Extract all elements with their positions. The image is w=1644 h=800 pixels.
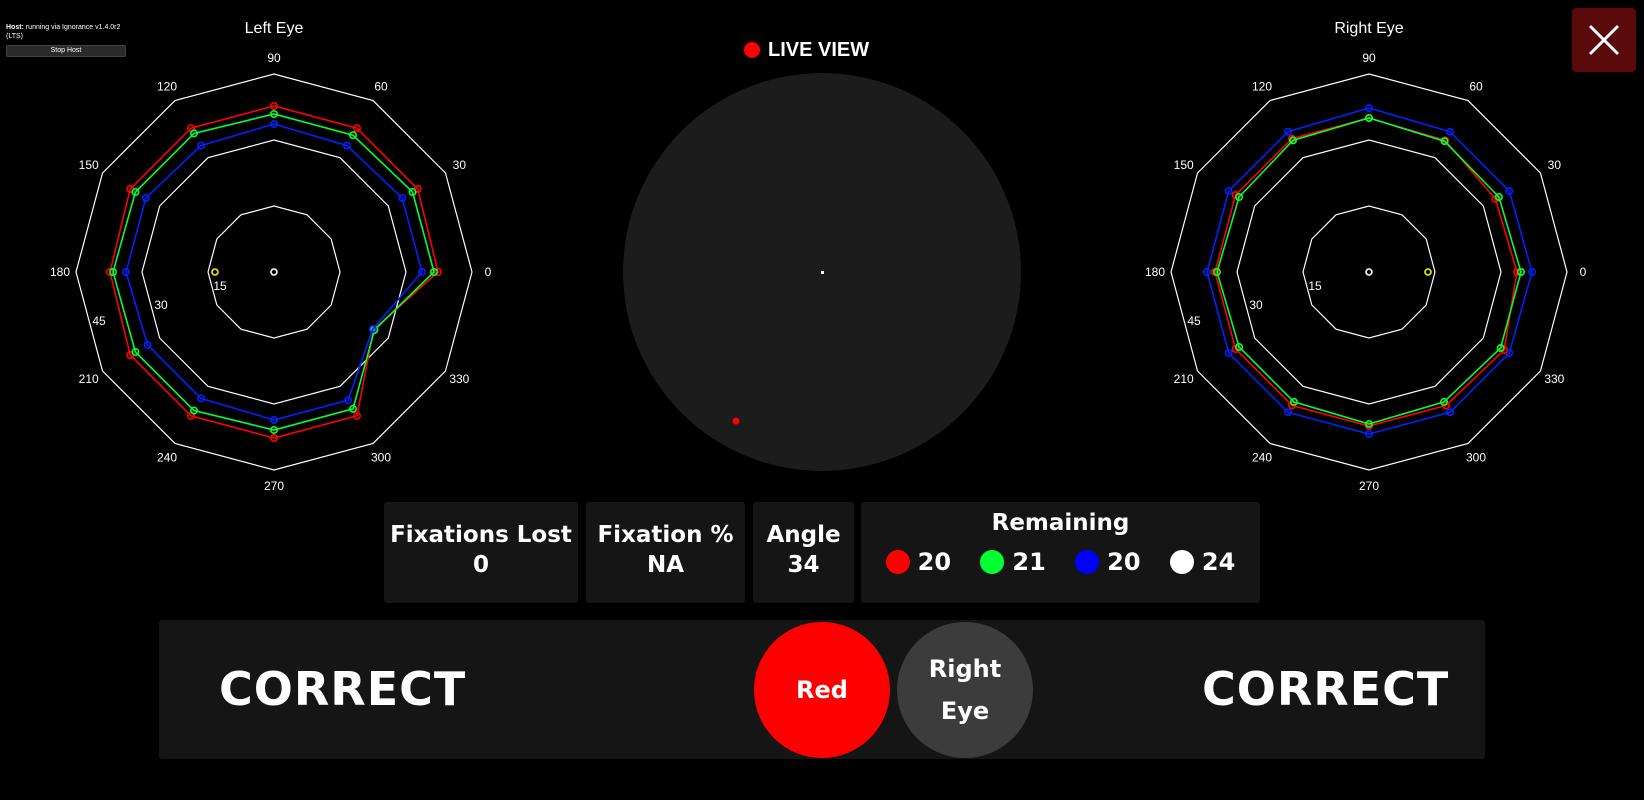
blue-dot-icon — [1075, 550, 1100, 574]
angle-panel: Angle 34 — [753, 502, 854, 603]
angle-label-270: 270 — [1359, 479, 1379, 493]
live-view-label: LIVE VIEW — [768, 38, 870, 61]
fixation-point — [821, 271, 824, 274]
angle-value: 34 — [787, 552, 820, 578]
angle-label-120: 120 — [1252, 80, 1272, 94]
remaining-red-count: 20 — [917, 548, 952, 576]
angle-label-210: 210 — [79, 372, 99, 386]
angle-label-330: 330 — [1544, 372, 1564, 386]
angle-label-180: 180 — [1145, 265, 1165, 279]
left-eye-result: CORRECT — [219, 662, 467, 716]
angle-label-270: 270 — [264, 479, 284, 493]
blue-isopter — [1206, 107, 1533, 435]
polar-ring-3 — [1170, 73, 1568, 471]
eye-select-button[interactable]: Right Eye — [897, 622, 1033, 758]
remaining-counts: 20 21 20 24 — [861, 548, 1260, 576]
ring-label-15: 15 — [213, 279, 227, 293]
angle-label-90: 90 — [1362, 51, 1376, 65]
remaining-red: 20 — [885, 548, 952, 576]
live-view-header: LIVE VIEW — [744, 38, 869, 62]
fixations-lost-label: Fixations Lost — [390, 522, 572, 548]
remaining-blue-count: 20 — [1107, 548, 1141, 576]
stimulus-color-button[interactable]: Red — [754, 622, 890, 758]
polar-ring-2 — [1236, 139, 1502, 405]
close-button[interactable] — [1572, 8, 1636, 72]
angle-label-30: 30 — [1548, 158, 1562, 172]
stimulus-dot — [732, 417, 740, 425]
blind-spot-point — [211, 268, 219, 276]
green-isopter — [112, 113, 435, 431]
angle-label-60: 60 — [374, 80, 388, 94]
red-dot-icon — [885, 550, 910, 574]
remaining-white-count: 24 — [1201, 548, 1236, 576]
center-point — [1365, 268, 1373, 276]
angle-label-240: 240 — [157, 450, 177, 464]
angle-label-300: 300 — [371, 450, 391, 464]
center-point — [270, 268, 278, 276]
angle-label-150: 150 — [1174, 158, 1194, 172]
fixations-lost-value: 0 — [472, 552, 489, 578]
ring-label-45: 45 — [92, 314, 106, 328]
live-indicator-icon — [744, 42, 760, 58]
angle-label-300: 300 — [1466, 450, 1486, 464]
fixation-percent-panel: Fixation % NA — [586, 502, 745, 603]
remaining-panel: Remaining 20 21 20 24 — [861, 502, 1260, 603]
live-view-display — [623, 73, 1021, 471]
remaining-blue: 20 — [1075, 548, 1141, 576]
eye-select-label: Right Eye — [928, 655, 1002, 725]
angle-label-330: 330 — [449, 372, 469, 386]
ring-label-45: 45 — [1187, 314, 1201, 328]
remaining-green-count: 21 — [1012, 548, 1046, 576]
angle-label-240: 240 — [1252, 450, 1272, 464]
remaining-title: Remaining — [991, 510, 1130, 536]
polar-ring-3 — [75, 73, 473, 471]
angle-label-120: 120 — [157, 80, 177, 94]
angle-label-0: 0 — [485, 265, 492, 279]
white-dot-icon — [1169, 550, 1194, 574]
angle-label-0: 0 — [1580, 265, 1587, 279]
right-eye-polar-chart: 0 30 60 90 120 150 180 210 240 270 300 330 15 30 45 — [1145, 51, 1587, 493]
close-icon — [1588, 24, 1620, 56]
fixations-lost-panel: Fixations Lost 0 — [384, 502, 578, 603]
ring-label-30: 30 — [154, 298, 168, 312]
angle-label-90: 90 — [267, 51, 281, 65]
angle-label-180: 180 — [50, 265, 70, 279]
angle-label-210: 210 — [1174, 372, 1194, 386]
polar-ring-1 — [207, 205, 341, 339]
blind-spot-point — [1424, 268, 1432, 276]
fixation-percent-value: NA — [646, 552, 685, 578]
fixation-percent-label: Fixation % — [597, 522, 734, 548]
angle-label-150: 150 — [79, 158, 99, 172]
right-eye-result: CORRECT — [1202, 662, 1450, 716]
angle-label-30: 30 — [453, 158, 467, 172]
angle-label-60: 60 — [1469, 80, 1483, 94]
left-eye-polar-chart: 0 30 60 90 120 150 180 210 240 270 300 330 15 30 45 — [50, 51, 492, 493]
ring-label-15: 15 — [1308, 279, 1322, 293]
green-dot-icon — [980, 550, 1005, 574]
red-isopter — [109, 105, 439, 439]
angle-label: Angle — [766, 522, 841, 548]
remaining-white: 24 — [1169, 548, 1236, 576]
remaining-green: 21 — [980, 548, 1046, 576]
polar-ring-1 — [1302, 205, 1436, 339]
blue-isopter — [125, 123, 423, 421]
ring-label-30: 30 — [1249, 298, 1263, 312]
